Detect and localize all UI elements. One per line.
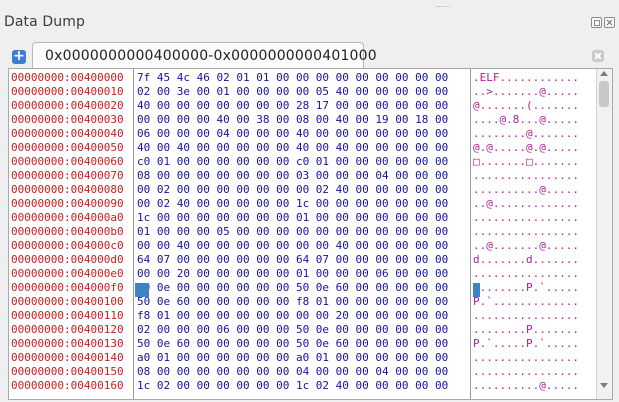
hex-row[interactable]: 00 00 00 00 40 00 38 00 08 00 40 00 19 0…: [137, 112, 448, 127]
address-column: 00000000:00400000 00000000:00400010 000000…: [9, 69, 134, 399]
hex-row[interactable]: 00 02 00 00 00 00 00 00 00 02 40 00 00 0…: [137, 182, 448, 197]
ascii-row[interactable]: ........P.......: [473, 322, 579, 337]
add-tab-button[interactable]: +: [12, 49, 26, 64]
address-cell: 00000000:00400050: [11, 141, 124, 154]
address-cell: 00000000:00400120: [11, 323, 124, 336]
address-cell: 00000000:00400060: [11, 155, 124, 168]
ascii-row[interactable]: ................: [473, 364, 579, 379]
address-cell: 00000000:004000c0: [11, 239, 124, 252]
hex-row[interactable]: 06 00 00 00 04 00 00 00 40 00 00 00 00 0…: [137, 126, 448, 141]
hex-row[interactable]: 08 00 00 00 00 00 00 00 04 00 00 00 04 0…: [137, 364, 448, 379]
ascii-row[interactable]: ..........@.....: [473, 378, 579, 393]
address-cell: 00000000:00400020: [11, 99, 124, 112]
hex-column[interactable]: 7f 45 4c 46 02 01 01 00 00 00 00 00 00 0…: [134, 69, 471, 399]
hex-row[interactable]: 00 00 20 00 00 00 00 00 01 00 00 00 06 0…: [137, 266, 448, 281]
hex-row[interactable]: 50 0e 00 00 00 00 00 00 50 0e 60 00 00 0…: [137, 280, 448, 295]
ascii-row[interactable]: ..@.......@.....: [473, 238, 579, 253]
hex-row[interactable]: 64 07 00 00 00 00 00 00 64 07 00 00 00 0…: [137, 252, 448, 267]
hex-row[interactable]: 02 00 00 00 06 00 00 00 50 0e 00 00 00 0…: [137, 322, 448, 337]
ascii-row[interactable]: ................: [473, 224, 579, 239]
address-cell: 00000000:00400080: [11, 183, 124, 196]
ascii-row[interactable]: ..@.............: [473, 196, 579, 211]
address-cell: 00000000:00400010: [11, 85, 124, 98]
ascii-row[interactable]: ................: [473, 168, 579, 183]
address-cell: 00000000:00400100: [11, 295, 124, 308]
scroll-thumb[interactable]: [599, 81, 609, 107]
address-cell: 00000000:00400030: [11, 113, 124, 126]
ascii-row[interactable]: ..>.......@.....: [473, 84, 579, 99]
close-tab-icon[interactable]: [592, 50, 604, 62]
tab-active[interactable]: 0x0000000000400000-0x0000000000401000: [32, 42, 377, 69]
address-cell: 00000000:004000b0: [11, 225, 124, 238]
drag-grip[interactable]: [436, 6, 450, 9]
ascii-row[interactable]: ..........@.....: [473, 182, 579, 197]
address-cell: 00000000:00400110: [11, 309, 124, 322]
address-cell: 00000000:00400070: [11, 169, 124, 182]
hex-row[interactable]: 08 00 00 00 00 00 00 00 03 00 00 00 04 0…: [137, 168, 448, 183]
address-cell: 00000000:00400040: [11, 127, 124, 140]
hex-row[interactable]: 02 00 3e 00 01 00 00 00 00 05 40 00 00 0…: [137, 84, 448, 99]
vertical-scrollbar[interactable]: [596, 69, 612, 399]
panel-title-bar: Data Dump: [0, 0, 619, 44]
hex-row[interactable]: a0 01 00 00 00 00 00 00 a0 01 00 00 00 0…: [137, 350, 448, 365]
address-cell: 00000000:004000a0: [11, 211, 124, 224]
ascii-row[interactable]: @.@.....@.@.....: [473, 140, 579, 155]
scroll-up-icon[interactable]: [600, 71, 608, 76]
hex-row[interactable]: 01 00 00 00 05 00 00 00 00 00 00 00 00 0…: [137, 224, 448, 239]
hex-row[interactable]: 50 0e 60 00 00 00 00 00 f8 01 00 00 00 0…: [137, 294, 448, 309]
hex-row[interactable]: f8 01 00 00 00 00 00 00 00 00 20 00 00 0…: [137, 308, 448, 323]
address-cell: 00000000:00400150: [11, 365, 124, 378]
ascii-column[interactable]: .ELF............ ..>.......@..... @.......…: [471, 69, 595, 399]
selection-highlight-hex: [135, 283, 149, 297]
ascii-row[interactable]: ................: [473, 350, 579, 365]
hex-row[interactable]: 1c 02 00 00 00 00 00 00 1c 02 40 00 00 0…: [137, 378, 448, 393]
address-cell: 00000000:004000f0: [11, 281, 124, 294]
selection-highlight-ascii: [473, 283, 480, 297]
ascii-row[interactable]: P.......P.`.....: [473, 280, 579, 295]
hex-row[interactable]: 00 00 40 00 00 00 00 00 00 00 40 00 00 0…: [137, 238, 448, 253]
address-cell: 00000000:00400140: [11, 351, 124, 364]
ascii-row[interactable]: □.......□.......: [473, 154, 579, 169]
ascii-row[interactable]: P.`.....P.`.....: [473, 336, 579, 351]
ascii-row[interactable]: ................: [473, 266, 579, 281]
hex-row[interactable]: c0 01 00 00 00 00 00 00 c0 01 00 00 00 0…: [137, 154, 448, 169]
ascii-row[interactable]: .ELF............: [473, 70, 579, 85]
ascii-row[interactable]: ........@.......: [473, 126, 579, 141]
ascii-row[interactable]: ....@.8...@.....: [473, 112, 579, 127]
ascii-row[interactable]: @.......(.......: [473, 98, 579, 113]
float-panel-icon[interactable]: [591, 17, 602, 28]
tab-bar: + 0x0000000000400000-0x0000000000401000: [0, 42, 619, 69]
ascii-row[interactable]: d.......d.......: [473, 252, 579, 267]
hex-row[interactable]: 7f 45 4c 46 02 01 01 00 00 00 00 00 00 0…: [137, 70, 448, 85]
close-panel-icon[interactable]: [604, 17, 615, 28]
hex-row[interactable]: 1c 00 00 00 00 00 00 00 01 00 00 00 00 0…: [137, 210, 448, 225]
hex-row[interactable]: 50 0e 60 00 00 00 00 00 50 0e 60 00 00 0…: [137, 336, 448, 351]
scroll-down-icon[interactable]: [600, 383, 608, 388]
hex-row[interactable]: 00 02 40 00 00 00 00 00 1c 00 00 00 00 0…: [137, 196, 448, 211]
hex-dump-view[interactable]: 00000000:00400000 00000000:00400010 000000…: [8, 68, 613, 400]
address-cell: 00000000:004000d0: [11, 253, 124, 266]
address-cell: 00000000:00400160: [11, 379, 124, 392]
tab-label: 0x0000000000400000-0x0000000000401000: [45, 48, 377, 64]
address-cell: 00000000:004000e0: [11, 267, 124, 280]
address-cell: 00000000:00400000: [11, 71, 124, 84]
address-cell: 00000000:00400130: [11, 337, 124, 350]
hex-row[interactable]: 40 00 00 00 00 00 00 00 28 17 00 00 00 0…: [137, 98, 448, 113]
address-cell: 00000000:00400090: [11, 197, 124, 210]
panel-title: Data Dump: [4, 14, 85, 30]
hex-row[interactable]: 40 00 40 00 00 00 00 00 40 00 40 00 00 0…: [137, 140, 448, 155]
ascii-row[interactable]: ................: [473, 308, 579, 323]
ascii-row[interactable]: P.`.............: [473, 294, 579, 309]
ascii-row[interactable]: ................: [473, 210, 579, 225]
